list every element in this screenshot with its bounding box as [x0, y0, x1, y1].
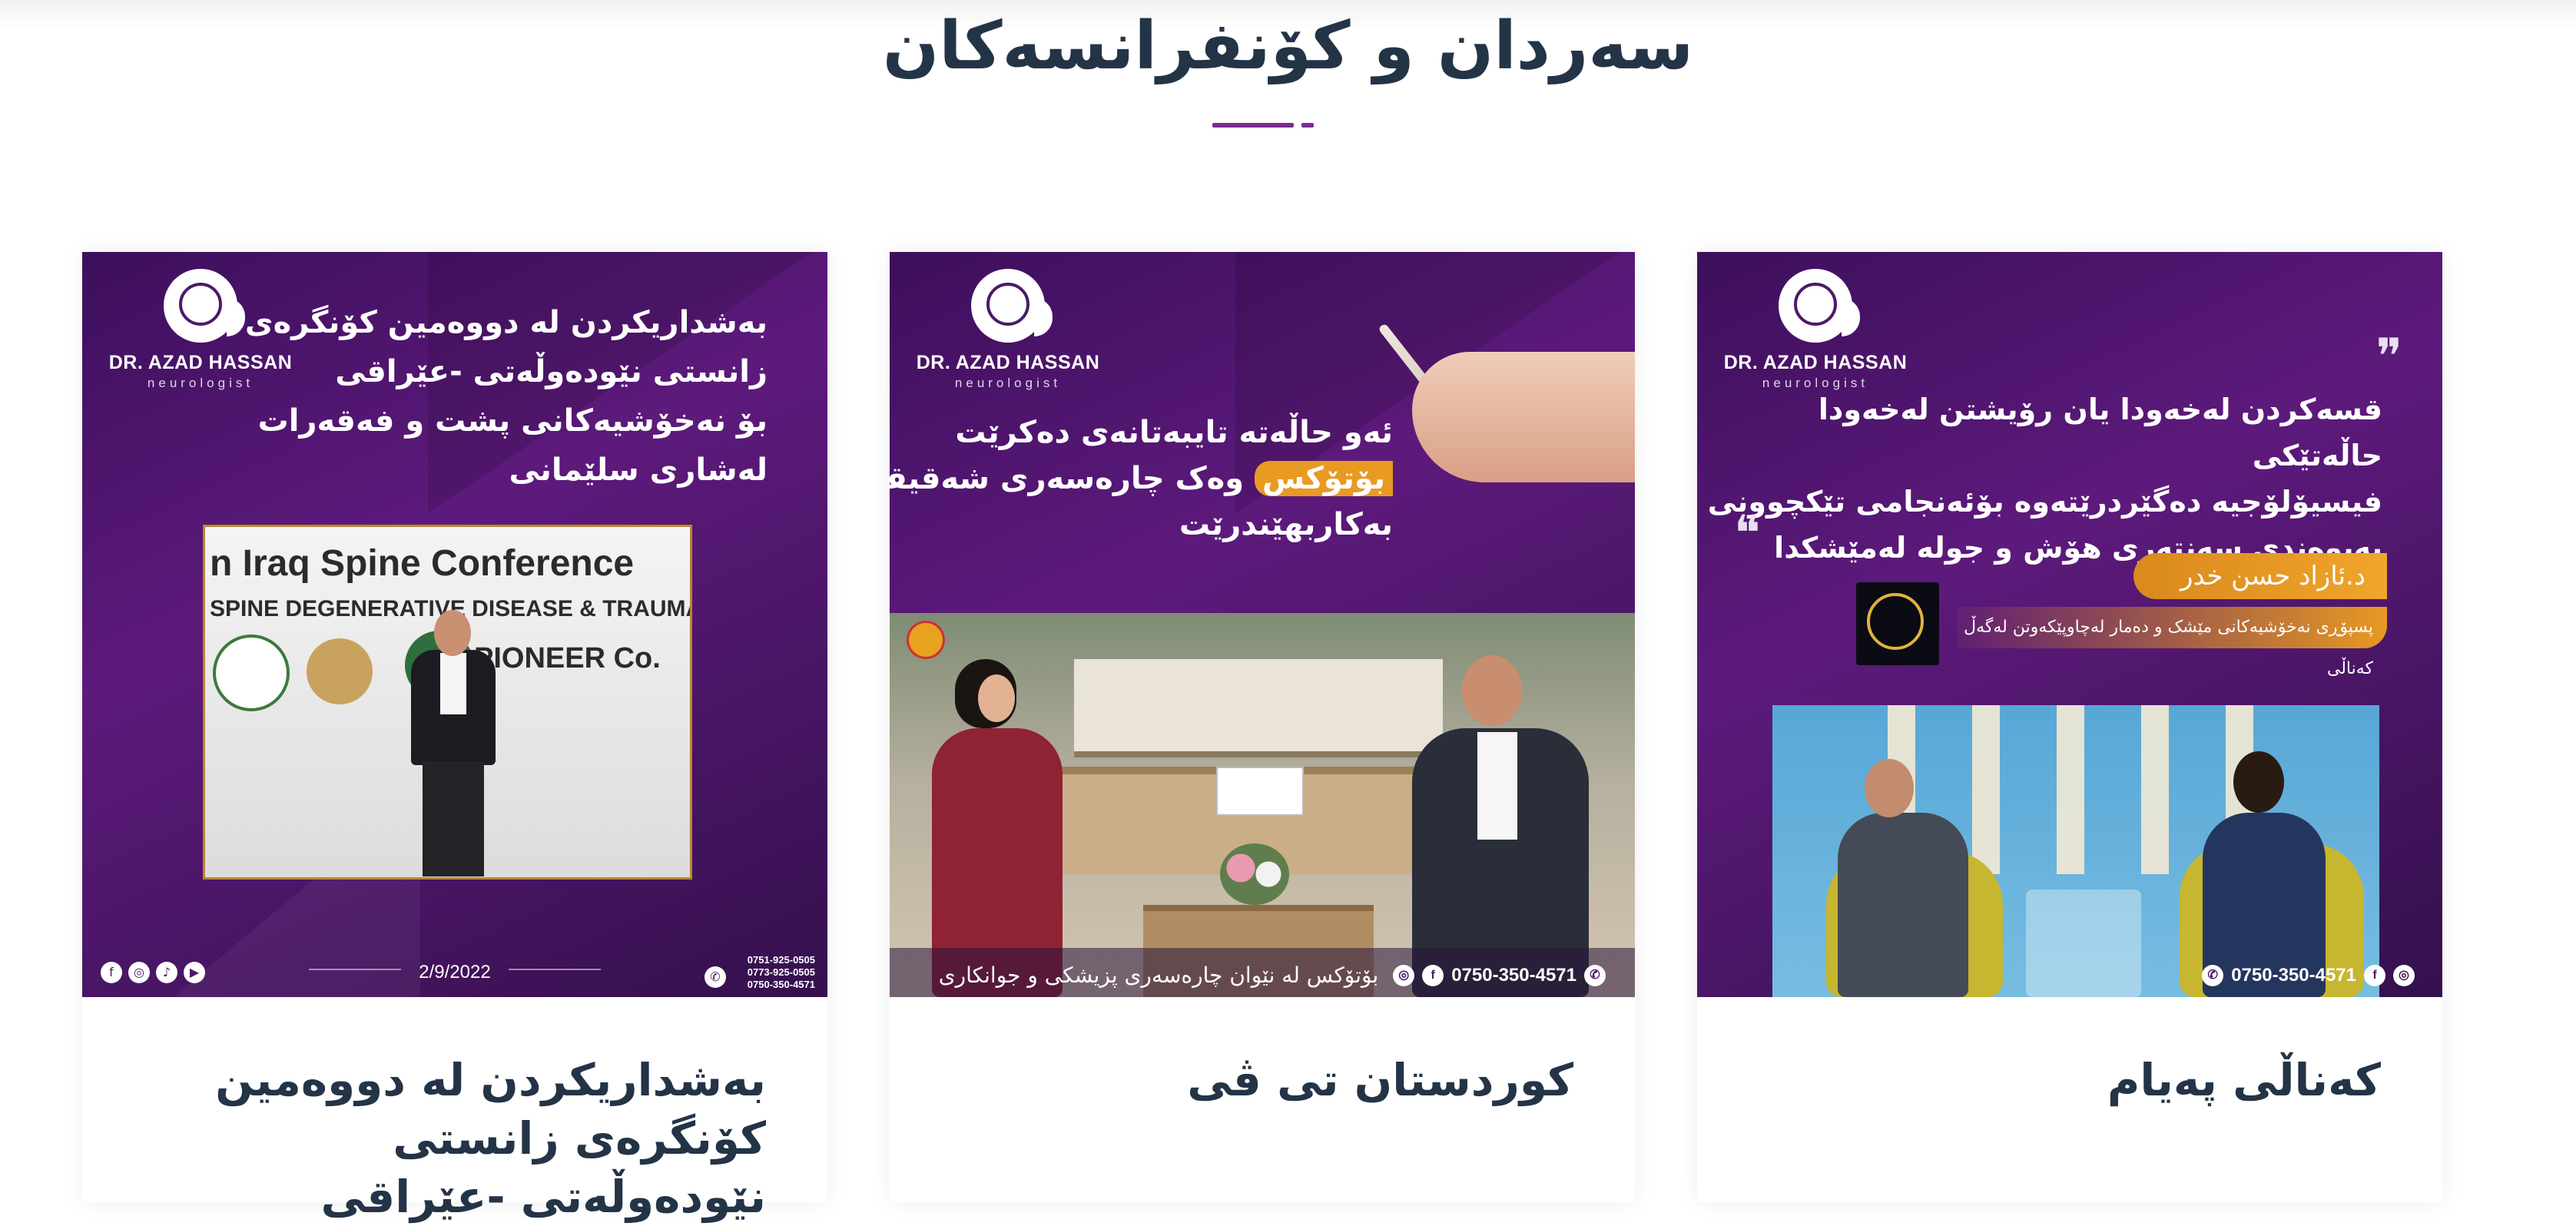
person-figure: [434, 610, 471, 656]
sponsor-logo: [213, 635, 290, 711]
phone-number: 0773-925-0505: [747, 966, 815, 978]
poster-line: وەک چارەسەری شەقیقە: [890, 461, 1245, 496]
phone-number: 0750-350-4571: [747, 979, 815, 990]
instagram-icon: ◎: [1393, 965, 1415, 986]
quote-open-icon: ❞: [2375, 329, 2402, 386]
card-kurdistan-tv[interactable]: DR. AZAD HASSAN neurologist ئەو حاڵەتە ت…: [890, 252, 1635, 1202]
guest-figure: [1838, 813, 1968, 997]
studio-shelf: [1074, 659, 1443, 757]
contact-row: ◎ f 0750-350-4571 ✆: [1393, 965, 1606, 986]
poster-line: بەکاربهێندرێت: [1179, 507, 1393, 542]
channel-logo-icon: [907, 621, 945, 659]
host-figure: [978, 674, 1015, 722]
channel-logo-icon: [1856, 582, 1939, 665]
hand-image: [1412, 352, 1635, 482]
doctor-logo: DR. AZAD HASSAN neurologist: [1723, 269, 1908, 391]
host-figure: [2233, 751, 2284, 813]
card-title[interactable]: کەناڵی پەیام: [1751, 1051, 2381, 1109]
banner-text: n Iraq Spine Conference: [210, 543, 635, 584]
guest-name: د.ئازاد حسن خدر: [2133, 553, 2387, 599]
poster-line: ئەو حاڵەتە تایبەتانەی دەکرێت: [955, 415, 1393, 450]
logo-name: DR. AZAD HASSAN: [916, 352, 1100, 373]
doctor-logo: DR. AZAD HASSAN neurologist: [916, 269, 1100, 391]
quote-close-icon: ❝: [1734, 505, 1761, 562]
facebook-icon: f: [1422, 965, 1444, 986]
phone-number: 0750-350-4571: [2231, 965, 2356, 986]
card-title[interactable]: بەشداریکردن لە دووەمین کۆنگرەی زانستی نێ…: [136, 1051, 766, 1226]
title-underline-dot: [1301, 123, 1314, 128]
glass-table: [2026, 890, 2141, 997]
poster-line: بۆ نەخۆشیەکانی پشت و فەقەرات: [257, 403, 767, 439]
card-image[interactable]: DR. AZAD HASSAN neurologist بەشداریکردن …: [82, 252, 827, 997]
poster-line: بەشداریکردن لە دووەمین کۆنگرەی: [244, 305, 767, 340]
poster-text: بەشداریکردن لە دووەمین کۆنگرەی زانستی نێ…: [214, 298, 767, 495]
phone-icon: ✆: [1584, 965, 1606, 986]
person-figure: [440, 653, 466, 714]
card-conference[interactable]: DR. AZAD HASSAN neurologist بەشداریکردن …: [82, 252, 827, 1223]
phone-icon: ✆: [705, 966, 726, 988]
poster-line: زانستی نێودەوڵەتی -عێراقی: [335, 354, 767, 389]
guest-role: پسپۆڕی نەخۆشیەکانی مێشک و دەمار لەچاوپێک…: [1957, 607, 2387, 678]
person-figure: [423, 761, 484, 876]
quote-text: قسەکردن لەخەودا یان رۆیشتن لەخەودا حاڵەت…: [1706, 386, 2382, 571]
poster-line: لەشاری سلێمانی: [509, 452, 767, 488]
card-image[interactable]: DR. AZAD HASSAN neurologist ئەو حاڵەتە ت…: [890, 252, 1635, 997]
poster-line-with-highlight: بۆتۆکس وەک چارەسەری شەقیقە: [890, 456, 1393, 502]
guest-figure: [1462, 655, 1522, 726]
card-payam-channel[interactable]: DR. AZAD HASSAN neurologist ❞ قسەکردن لە…: [1697, 252, 2442, 1202]
brain-head-icon: [971, 269, 1053, 343]
section-title: سەردان و کۆنفرانسەکان: [882, 8, 1694, 84]
card-title[interactable]: کوردستان تی ڤی: [943, 1051, 1573, 1109]
logo-subtitle: neurologist: [954, 376, 1062, 390]
desk-nameplate: [1216, 767, 1304, 816]
quote-line: قسەکردن لەخەودا یان رۆیشتن لەخەودا حاڵەت…: [1818, 393, 2382, 472]
conference-photo: n Iraq Spine Conference SPINE DEGENERATI…: [203, 525, 692, 880]
logo-name: DR. AZAD HASSAN: [1723, 352, 1908, 373]
sponsor-logo: [307, 638, 373, 704]
poster-footer: f ◎ ♪ ▶ 2/9/2022 ✆ 0751-925-0505 0773-92…: [82, 943, 827, 997]
facebook-icon: f: [2364, 965, 2385, 986]
photo-caption: بۆتۆکس لە نێوان چارەسەری پزیشکی و جوانکا…: [938, 963, 1379, 988]
poster-highlight: بۆتۆکس: [1255, 461, 1393, 496]
title-underline: [1212, 123, 1294, 128]
guest-figure: [1865, 759, 1914, 817]
phone-icon: ✆: [2202, 965, 2224, 986]
phone-number: 0750-350-4571: [1451, 965, 1576, 986]
phone-number: 0751-925-0505: [747, 954, 815, 966]
poster-text: ئەو حاڵەتە تایبەتانەی دەکرێت بۆتۆکس وەک …: [890, 409, 1393, 548]
quote-line: فیسیۆلۆجیە دەگێردرێتەوە بۆئەنجامی تێکچوو…: [1707, 485, 2382, 519]
tv-studio-photo: بۆتۆکس لە نێوان چارەسەری پزیشکی و جوانکا…: [890, 613, 1635, 997]
flower-vase: [1220, 843, 1289, 905]
card-image[interactable]: DR. AZAD HASSAN neurologist ❞ قسەکردن لە…: [1697, 252, 2442, 997]
phone-numbers: 0751-925-0505 0773-925-0505 0750-350-457…: [748, 954, 815, 991]
brain-head-icon: [1779, 269, 1860, 343]
banner-text: PIONEER Co.: [474, 642, 661, 674]
guest-figure: [1477, 732, 1517, 840]
contact-row: ✆ 0750-350-4571 f ◎: [2202, 965, 2415, 986]
instagram-icon: ◎: [2393, 965, 2415, 986]
tv-studio-photo: [1772, 705, 2379, 997]
